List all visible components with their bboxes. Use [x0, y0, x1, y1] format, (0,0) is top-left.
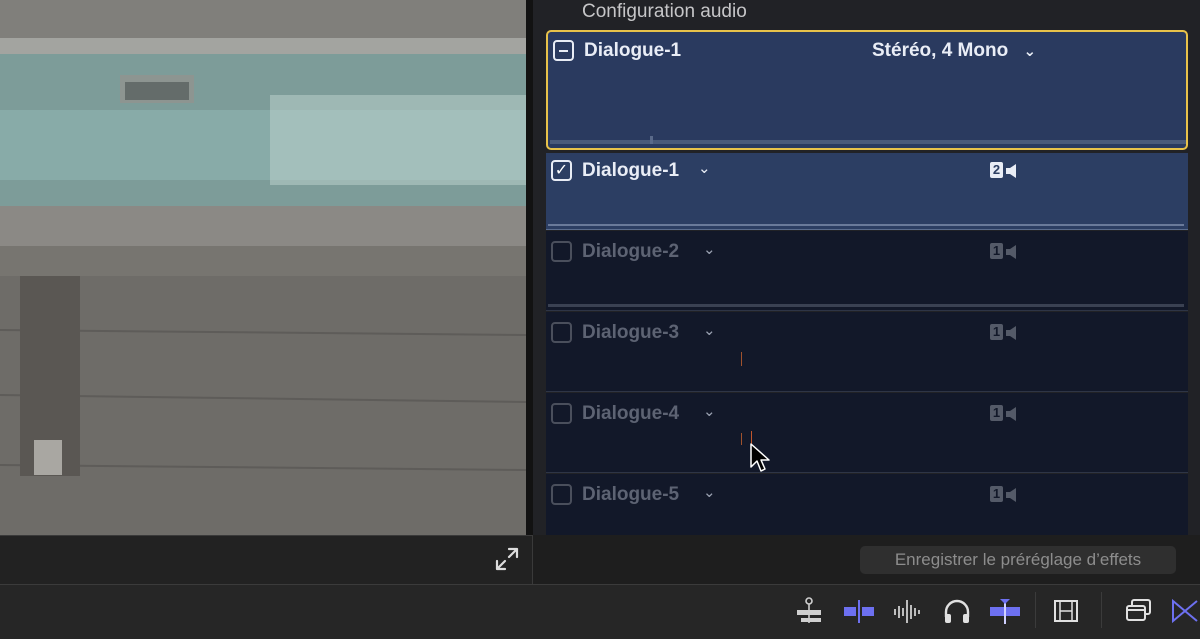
- section-title: Configuration audio: [582, 1, 747, 22]
- component-5-label: Dialogue-5: [582, 484, 680, 505]
- channel-count: 1: [990, 324, 1003, 340]
- component-row-4[interactable]: Dialogue-4 ⌄ 1: [546, 393, 1188, 473]
- channel-count: 2: [990, 162, 1003, 178]
- toolbar-separator: [1035, 592, 1036, 628]
- save-effects-preset-button[interactable]: Enregistrer le préréglage d’effets: [860, 546, 1176, 574]
- component-3-checkbox[interactable]: [551, 322, 572, 343]
- video-viewer[interactable]: [0, 0, 526, 535]
- solo-headphones-icon[interactable]: [942, 597, 972, 625]
- component-row-3[interactable]: Dialogue-3 ⌄ 1: [546, 312, 1188, 392]
- component-5-checkbox[interactable]: [551, 484, 572, 505]
- component-4-checkbox[interactable]: [551, 403, 572, 424]
- channel-badge: 1: [988, 405, 1022, 423]
- channel-badge: 1: [988, 486, 1022, 504]
- waveform: [548, 304, 1184, 307]
- chevron-down-icon[interactable]: ⌄: [703, 402, 716, 420]
- snapping-icon[interactable]: [844, 597, 874, 625]
- component-1-checkbox[interactable]: ✓: [551, 160, 572, 181]
- channel-config-value: Stéréo, 4 Mono: [872, 40, 1009, 61]
- waveform: [741, 431, 752, 445]
- speaker-icon: [1006, 407, 1016, 421]
- channel-count: 1: [990, 243, 1003, 259]
- main-clip-label: Dialogue-1: [584, 40, 682, 61]
- chevron-down-icon[interactable]: ⌄: [703, 483, 716, 501]
- chevron-down-icon: ⌄: [1023, 43, 1037, 60]
- component-3-label: Dialogue-3: [582, 322, 680, 343]
- channel-config-dropdown[interactable]: Stéréo, 4 Mono ⌄: [872, 40, 1036, 62]
- viewer-footer: [0, 535, 533, 585]
- viewer-divider[interactable]: [526, 0, 533, 535]
- clip-connections-icon[interactable]: [795, 597, 825, 625]
- skimming-icon[interactable]: [990, 597, 1020, 625]
- main-clip-checkbox[interactable]: [553, 40, 574, 61]
- speaker-icon: [1006, 488, 1016, 502]
- audio-skimming-icon[interactable]: [893, 597, 923, 625]
- component-row-1[interactable]: ✓ Dialogue-1 ⌄ 2: [546, 153, 1188, 230]
- chevron-down-icon[interactable]: ⌄: [703, 321, 716, 339]
- component-row-2[interactable]: Dialogue-2 ⌄ 1: [546, 231, 1188, 311]
- waveform: [550, 136, 1186, 144]
- component-4-label: Dialogue-4: [582, 403, 680, 424]
- waveform: [741, 352, 742, 366]
- audio-inspector: Configuration audio Dialogue-1 Stéréo, 4…: [533, 0, 1200, 535]
- chevron-down-icon[interactable]: ⌄: [703, 240, 716, 258]
- channel-badge: 1: [988, 243, 1022, 261]
- video-frame-image: [0, 0, 526, 535]
- bottom-toolbar: [0, 585, 1200, 639]
- clip-appearance-icon[interactable]: [1051, 597, 1081, 625]
- channel-badge: 2: [988, 162, 1022, 180]
- speaker-icon: [1006, 326, 1016, 340]
- main-clip-row[interactable]: Dialogue-1 Stéréo, 4 Mono ⌄: [546, 30, 1188, 150]
- expand-arrows-icon[interactable]: [494, 546, 520, 572]
- mouse-pointer-icon: [750, 443, 770, 472]
- waveform: [548, 224, 1184, 226]
- toolbar-separator: [1101, 592, 1102, 628]
- component-1-label: Dialogue-1: [582, 160, 680, 181]
- speaker-icon: [1006, 245, 1016, 259]
- channel-count: 1: [990, 486, 1003, 502]
- component-2-checkbox[interactable]: [551, 241, 572, 262]
- channel-badge: 1: [988, 324, 1022, 342]
- channel-count: 1: [990, 405, 1003, 421]
- overlapped-windows-icon[interactable]: [1124, 597, 1154, 625]
- component-row-5[interactable]: Dialogue-5 ⌄ 1: [546, 474, 1188, 535]
- transitions-icon[interactable]: [1170, 597, 1200, 625]
- chevron-down-icon[interactable]: ⌄: [698, 159, 711, 177]
- component-2-label: Dialogue-2: [582, 241, 680, 262]
- speaker-icon: [1006, 164, 1016, 178]
